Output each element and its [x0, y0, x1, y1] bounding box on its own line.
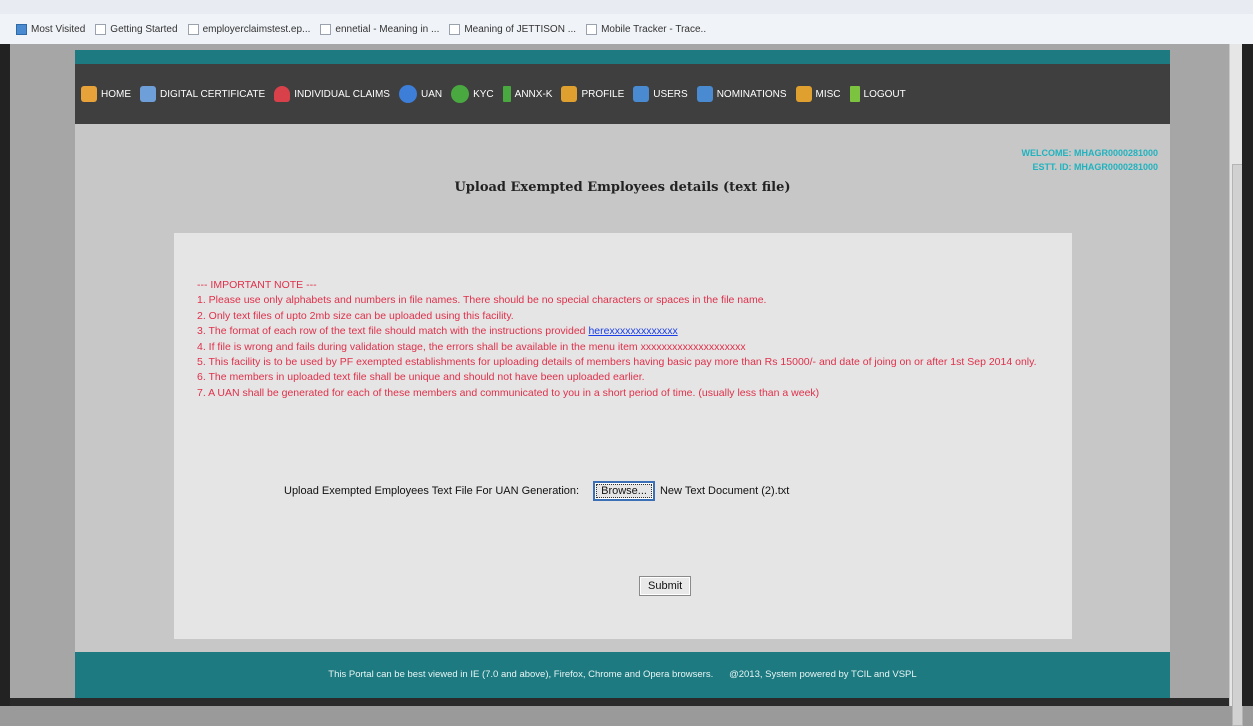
site-header-strip: [75, 50, 1170, 64]
nav-annx-k[interactable]: ANNX-K: [502, 86, 553, 102]
nav-digital-certificate[interactable]: DIGITAL CERTIFICATE: [140, 86, 265, 102]
note-line-3-text: 3. The format of each row of the text fi…: [197, 325, 589, 338]
welcome-info: WELCOME: MHAGR0000281000 ESTT. ID: MHAGR…: [1021, 146, 1158, 174]
bookmark-ennetial[interactable]: ennetial - Meaning in ...: [320, 23, 440, 35]
welcome-text: WELCOME: MHAGR0000281000: [1021, 148, 1158, 158]
bookmark-most-visited[interactable]: Most Visited: [16, 23, 86, 35]
nav-uan[interactable]: UAN: [398, 85, 443, 103]
submit-button[interactable]: Submit: [639, 576, 692, 596]
bookmark-getting-started[interactable]: Getting Started: [95, 23, 178, 35]
note-line-4: 4. If file is wrong and fails during val…: [197, 340, 746, 353]
browse-button[interactable]: Browse...: [593, 481, 655, 501]
site-footer: This Portal can be best viewed in IE (7.…: [75, 652, 1170, 698]
note-line-3: 3. The format of each row of the text fi…: [197, 324, 1057, 339]
file-upload-row: Upload Exempted Employees Text File For …: [284, 481, 789, 501]
page-icon: [586, 23, 598, 35]
certificate-icon: [140, 86, 156, 102]
upload-panel: --- IMPORTANT NOTE --- 1. Please use onl…: [174, 233, 1072, 639]
bookmark-mobile-tracker[interactable]: Mobile Tracker - Trace..: [586, 23, 707, 35]
bookmark-employer-claims[interactable]: employerclaimstest.ep...: [187, 23, 311, 35]
nav-label: UAN: [420, 88, 443, 100]
nav-home[interactable]: HOME: [81, 86, 131, 102]
note-line-2: 2. Only text files of upto 2mb size can …: [197, 309, 514, 322]
star-icon: [16, 23, 27, 35]
note-heading: --- IMPORTANT NOTE ---: [197, 279, 317, 291]
upload-label: Upload Exempted Employees Text File For …: [284, 485, 580, 497]
window-frame-left: [0, 44, 10, 706]
profile-icon: [561, 86, 578, 102]
nominations-icon: [696, 86, 713, 102]
download-arrow-icon: [502, 86, 511, 102]
bookmark-label: Most Visited: [31, 23, 86, 35]
page-icon: [449, 23, 461, 35]
important-note: --- IMPORTANT NOTE --- 1. Please use onl…: [197, 278, 1057, 401]
nav-individual-claims[interactable]: INDIVIDUAL CLAIMS: [274, 86, 390, 102]
window-frame-bottom: [10, 698, 1229, 706]
nav-logout[interactable]: LOGOUT: [849, 86, 906, 102]
person-icon: [274, 86, 291, 102]
nav-label: KYC: [473, 88, 494, 100]
nav-label: DIGITAL CERTIFICATE: [160, 88, 266, 100]
browser-titlebar: [0, 0, 1253, 15]
nav-label: USERS: [653, 88, 688, 100]
kyc-icon: [451, 85, 470, 103]
bookmark-label: Getting Started: [110, 23, 178, 35]
bookmark-label: ennetial - Meaning in ...: [335, 23, 440, 35]
bookmarks-toolbar: Most Visited Getting Started employercla…: [0, 14, 1253, 45]
note-line-5: 5. This facility is to be used by PF exe…: [197, 356, 1037, 369]
estt-id-text: ESTT. ID: MHAGR0000281000: [1032, 162, 1158, 172]
bookmark-label: Mobile Tracker - Trace..: [601, 23, 707, 35]
nav-users[interactable]: USERS: [633, 86, 688, 102]
bookmark-label: employerclaimstest.ep...: [202, 23, 311, 35]
bookmark-label: Meaning of JETTISON ...: [464, 23, 577, 35]
uan-icon: [398, 85, 417, 103]
nav-nominations[interactable]: NOMINATIONS: [696, 86, 787, 102]
users-icon: [633, 86, 650, 102]
nav-label: ANNX-K: [514, 88, 553, 100]
main-content: WELCOME: MHAGR0000281000 ESTT. ID: MHAGR…: [75, 124, 1170, 652]
page-icon: [95, 23, 107, 35]
page-icon: [320, 23, 332, 35]
note-line-6: 6. The members in uploaded text file sha…: [197, 371, 645, 384]
up-arrow-icon: [849, 86, 860, 102]
nav-label: NOMINATIONS: [716, 88, 787, 100]
note-line-7: 7. A UAN shall be generated for each of …: [197, 386, 820, 399]
nav-label: MISC: [815, 88, 841, 100]
main-navbar: HOME DIGITAL CERTIFICATE INDIVIDUAL CLAI…: [75, 64, 1170, 124]
nav-profile[interactable]: PROFILE: [561, 86, 624, 102]
bookmark-jettison[interactable]: Meaning of JETTISON ...: [449, 23, 577, 35]
page-icon: [187, 23, 199, 35]
footer-text: This Portal can be best viewed in IE (7.…: [328, 669, 917, 680]
note-line-1: 1. Please use only alphabets and numbers…: [197, 294, 767, 307]
misc-icon: [795, 86, 812, 102]
nav-label: INDIVIDUAL CLAIMS: [294, 88, 390, 100]
window-frame-right: [1242, 44, 1253, 706]
home-icon: [81, 86, 97, 102]
instructions-link[interactable]: herexxxxxxxxxxxxx: [588, 325, 677, 337]
nav-label: PROFILE: [581, 88, 625, 100]
nav-kyc[interactable]: KYC: [451, 85, 494, 103]
nav-label: LOGOUT: [863, 88, 906, 100]
page-title: Upload Exempted Employees details (text …: [454, 180, 791, 195]
nav-label: HOME: [101, 88, 131, 100]
selected-file-name: New Text Document (2).txt: [659, 485, 790, 497]
nav-misc[interactable]: MISC: [795, 86, 841, 102]
